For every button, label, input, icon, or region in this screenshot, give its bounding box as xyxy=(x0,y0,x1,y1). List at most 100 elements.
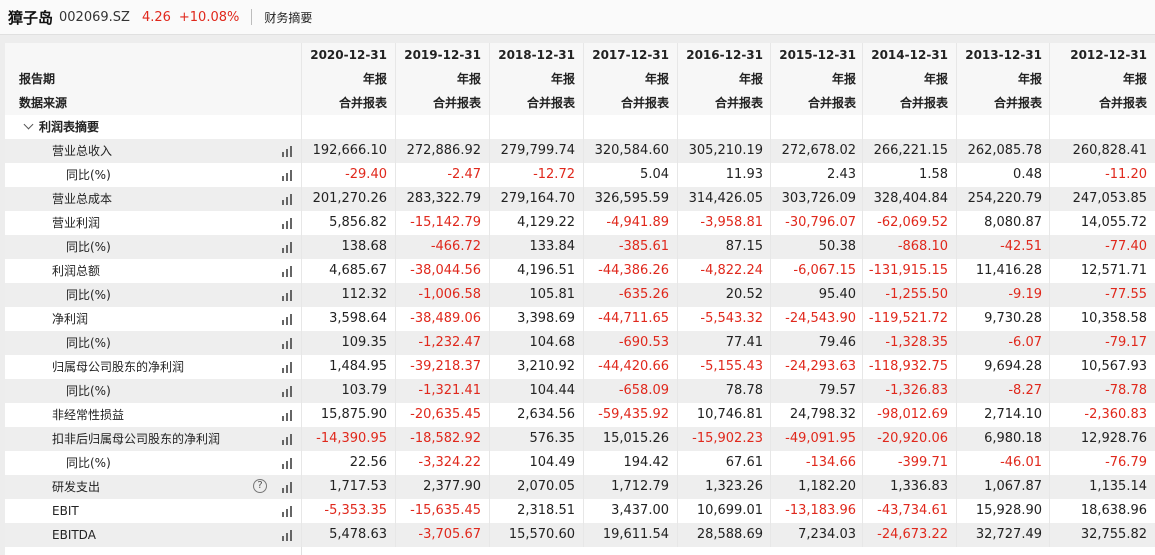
table-cell: -44,711.65 xyxy=(583,307,677,331)
bar-chart-icon[interactable] xyxy=(282,433,294,445)
table-cell: 10,699.01 xyxy=(677,499,771,523)
period-header[interactable]: 2018-12-31 年报 合并报表 xyxy=(489,43,583,115)
table-cell: -1,326.83 xyxy=(862,379,956,403)
table-row[interactable]: 同比(%) 109.35 -1,232.47 104.68 -690.53 77.41 79… xyxy=(5,331,1155,355)
bar-chart-icon[interactable] xyxy=(282,313,294,325)
table-cell: 1,717.53 xyxy=(301,475,395,499)
table-row[interactable]: 营业总成本 201,270.26 283,322.79 279,164.70 326,5… xyxy=(5,187,1155,211)
report-type: 年报 xyxy=(456,72,481,86)
row-label: 同比(%) xyxy=(66,288,111,302)
table-cell: -98,012.69 xyxy=(862,403,956,427)
table-row[interactable]: 研发支出? 1,717.53 2,377.90 2,070.05 1,712.79 1,3… xyxy=(5,475,1155,499)
period-header[interactable]: 2015-12-31 年报 合并报表 xyxy=(770,43,864,115)
period-date: 2013-12-31 xyxy=(965,48,1042,62)
table-row[interactable]: 利润总额 4,685.67 -38,044.56 4,196.51 -44,386.26… xyxy=(5,259,1155,283)
stock-code: 002069.SZ xyxy=(59,9,130,25)
bar-chart-icon[interactable] xyxy=(282,241,294,253)
bar-chart-icon[interactable] xyxy=(282,529,294,541)
report-type: 年报 xyxy=(923,72,948,86)
table-row[interactable]: 营业总收入 192,666.10 272,886.92 279,799.74 320,5… xyxy=(5,139,1155,163)
table-row[interactable]: 同比(%) 22.56 -3,324.22 104.49 194.42 67.61 -134… xyxy=(5,451,1155,475)
period-header[interactable]: 2013-12-31 年报 合并报表 xyxy=(956,43,1050,115)
empty-cell xyxy=(301,115,395,139)
bar-chart-icon[interactable] xyxy=(282,481,294,493)
table-cell: -4,941.89 xyxy=(583,211,677,235)
table-cell: 3,437.00 xyxy=(583,499,677,523)
bar-chart-icon[interactable] xyxy=(282,409,294,421)
bar-chart-icon[interactable] xyxy=(282,361,294,373)
period-header[interactable]: 2016-12-31 年报 合并报表 xyxy=(677,43,771,115)
row-label: 净利润 xyxy=(52,312,89,326)
table-cell: 9,730.28 xyxy=(956,307,1050,331)
table-cell: 79.57 xyxy=(770,379,864,403)
table-row[interactable]: 同比(%) 112.32 -1,006.58 105.81 -635.26 20.52 95… xyxy=(5,283,1155,307)
table-cell: -690.53 xyxy=(583,331,677,355)
header-divider xyxy=(251,9,253,25)
row-label: 利润总额 xyxy=(52,264,101,278)
bar-chart-icon[interactable] xyxy=(282,193,294,205)
table-cell: 194.42 xyxy=(583,451,677,475)
table-row[interactable]: 净利润 3,598.64 -38,489.06 3,398.69 -44,711.65 -… xyxy=(5,307,1155,331)
table-cell: -3,705.67 xyxy=(395,523,489,547)
table-cell: 78.78 xyxy=(677,379,771,403)
table-cell: 12,571.71 xyxy=(1049,259,1155,283)
table-row[interactable]: 归属母公司股东的净利润 1,484.95 -39,218.37 3,210.92 -44… xyxy=(5,355,1155,379)
period-header[interactable]: 2020-12-31 年报 合并报表 xyxy=(301,43,395,115)
period-header[interactable]: 2017-12-31 年报 合并报表 xyxy=(583,43,677,115)
table-row[interactable]: EBITDA 5,478.63 -3,705.67 15,570.60 19,611.5… xyxy=(5,523,1155,547)
bar-chart-icon[interactable] xyxy=(282,145,294,157)
table-cell: 15,015.26 xyxy=(583,427,677,451)
section-row-income-statement[interactable]: 利润表摘要 xyxy=(5,115,1155,139)
empty-cell xyxy=(1049,115,1155,139)
table-cell: -38,489.06 xyxy=(395,307,489,331)
bar-chart-icon[interactable] xyxy=(282,289,294,301)
period-date: 2014-12-31 xyxy=(871,48,948,62)
bar-chart-icon[interactable] xyxy=(282,337,294,349)
table-cell: 3,398.69 xyxy=(489,307,583,331)
bar-chart-icon[interactable] xyxy=(282,217,294,229)
period-header[interactable]: 2019-12-31 年报 合并报表 xyxy=(395,43,489,115)
period-date: 2012-12-31 xyxy=(1070,48,1147,62)
table-row[interactable]: 同比(%) -29.40 -2.47 -12.72 5.04 11.93 2.43 1.58 0… xyxy=(5,163,1155,187)
table-cell: 2,070.05 xyxy=(489,475,583,499)
table-cell: -6,067.15 xyxy=(770,259,864,283)
data-source: 合并报表 xyxy=(807,96,856,110)
bar-chart-icon[interactable] xyxy=(282,385,294,397)
bar-chart-icon[interactable] xyxy=(282,169,294,181)
table-cell: -385.61 xyxy=(583,235,677,259)
table-row[interactable]: 扣非后归属母公司股东的净利润 -14,390.95 -18,582.92 576.35… xyxy=(5,427,1155,451)
table-cell: 5.04 xyxy=(583,163,677,187)
bar-chart-icon[interactable] xyxy=(282,265,294,277)
report-type: 年报 xyxy=(831,72,856,86)
report-period-label: 报告期 xyxy=(19,72,56,86)
data-source-label: 数据来源 xyxy=(19,96,68,110)
table-cell: -77.55 xyxy=(1049,283,1155,307)
report-type: 年报 xyxy=(738,72,763,86)
empty-cell xyxy=(677,115,771,139)
table-row[interactable]: 同比(%) 103.79 -1,321.41 104.44 -658.09 78.78 79… xyxy=(5,379,1155,403)
tab-financial-summary[interactable]: 财务摘要 xyxy=(264,9,312,26)
table-cell: 104.68 xyxy=(489,331,583,355)
table-cell: -119,521.72 xyxy=(862,307,956,331)
table-cell: 3,598.64 xyxy=(301,307,395,331)
table-cell: -9.19 xyxy=(956,283,1050,307)
row-label: 研发支出 xyxy=(52,480,101,494)
table-cell: 15,875.90 xyxy=(301,403,395,427)
period-header[interactable]: 2012-12-31 年报 合并报表 xyxy=(1049,43,1155,115)
table-row[interactable]: 营业利润 5,856.82 -15,142.79 4,129.22 -4,941.89-… xyxy=(5,211,1155,235)
bar-chart-icon[interactable] xyxy=(282,457,294,469)
table-cell: 1,336.83 xyxy=(862,475,956,499)
table-cell: -14,390.95 xyxy=(301,427,395,451)
table-cell: 1.58 xyxy=(862,163,956,187)
table-row[interactable]: EBIT -5,353.35 -15,635.45 2,318.51 3,437.00 1… xyxy=(5,499,1155,523)
period-header[interactable]: 2014-12-31 年报合并报表 xyxy=(862,43,956,115)
table-cell: 1,323.26 xyxy=(677,475,771,499)
table-row[interactable]: 非经常性损益 15,875.90 -20,635.45 2,634.56 -59,435… xyxy=(5,403,1155,427)
table-cell: 4,129.22 xyxy=(489,211,583,235)
data-source: 合并报表 xyxy=(899,96,948,110)
help-icon[interactable]: ? xyxy=(253,479,267,493)
bar-chart-icon[interactable] xyxy=(282,505,294,517)
table-row[interactable]: 同比(%) 138.68 -466.72 133.84 -385.61 87.15 50.3… xyxy=(5,235,1155,259)
table-cell: 15,928.90 xyxy=(956,499,1050,523)
table-cell: 24,798.32 xyxy=(770,403,864,427)
